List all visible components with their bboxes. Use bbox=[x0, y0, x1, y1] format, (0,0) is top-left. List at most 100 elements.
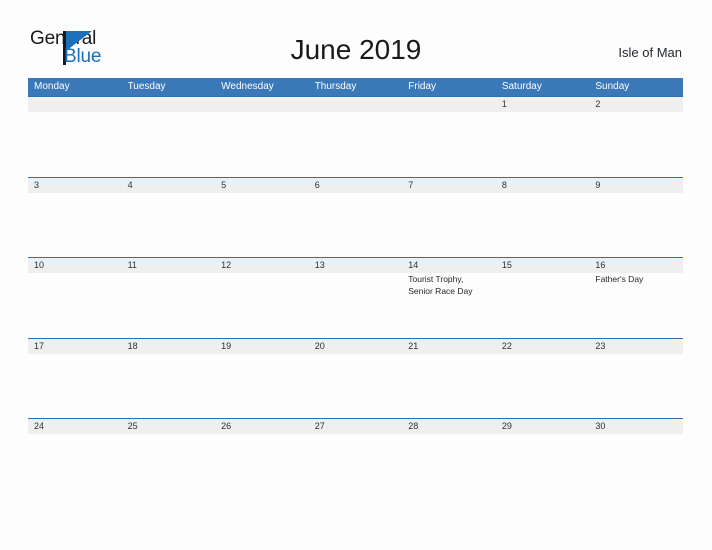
day-number-27[interactable]: 27 bbox=[309, 419, 403, 434]
week-date-band: 17 18 19 20 21 22 23 bbox=[28, 338, 683, 354]
day-number-18[interactable]: 18 bbox=[122, 339, 216, 354]
day-events-empty bbox=[309, 112, 403, 176]
day-events-empty bbox=[589, 434, 683, 498]
calendar-week-row: 24 25 26 27 28 29 30 bbox=[28, 418, 683, 499]
day-events-empty bbox=[122, 193, 216, 257]
day-events-empty bbox=[122, 273, 216, 337]
day-events-empty bbox=[309, 193, 403, 257]
day-number-10[interactable]: 10 bbox=[28, 258, 122, 273]
day-number-empty bbox=[122, 97, 216, 112]
day-number-1[interactable]: 1 bbox=[496, 97, 590, 112]
day-events-16[interactable]: Father's Day bbox=[589, 273, 683, 337]
weekday-header-thursday: Thursday bbox=[314, 81, 357, 92]
day-number-19[interactable]: 19 bbox=[215, 339, 309, 354]
day-number-empty bbox=[309, 97, 403, 112]
event-text-line: Father's Day bbox=[595, 274, 644, 284]
day-number-empty bbox=[215, 97, 309, 112]
weekday-header-row: Monday Tuesday Wednesday Thursday Friday Satu… bbox=[28, 78, 683, 96]
week-date-band: 3456789 bbox=[28, 177, 683, 193]
day-events-empty bbox=[215, 193, 309, 257]
day-number-30[interactable]: 30 bbox=[589, 419, 683, 434]
calendar-week-row: 3456789 bbox=[28, 176, 683, 258]
day-events-empty bbox=[28, 112, 122, 176]
day-number-24[interactable]: 24 bbox=[28, 419, 122, 434]
day-events-empty bbox=[215, 434, 309, 498]
day-number-22[interactable]: 22 bbox=[496, 339, 590, 354]
day-events-empty bbox=[589, 354, 683, 418]
day-events-empty bbox=[28, 193, 122, 257]
day-number-2[interactable]: 2 bbox=[589, 97, 683, 112]
day-events-empty bbox=[496, 354, 590, 418]
page-header: General Blue June 2019 Isle of Man bbox=[0, 0, 712, 78]
day-number-9[interactable]: 9 bbox=[589, 178, 683, 193]
day-events-empty bbox=[215, 354, 309, 418]
event-text-line: Senior Race Day bbox=[408, 285, 473, 296]
day-events-empty bbox=[496, 193, 590, 257]
day-number-14[interactable]: 14 bbox=[402, 258, 496, 273]
page-title: June 2019 bbox=[290, 34, 422, 65]
day-number-25[interactable]: 25 bbox=[122, 419, 216, 434]
day-number-6[interactable]: 6 bbox=[309, 178, 403, 193]
week-events-band bbox=[28, 192, 683, 257]
week-events-band bbox=[28, 434, 683, 498]
week-events-band bbox=[28, 112, 683, 176]
day-number-15[interactable]: 15 bbox=[496, 258, 590, 273]
day-events-empty bbox=[496, 273, 590, 337]
day-number-13[interactable]: 13 bbox=[309, 258, 403, 273]
day-number-16[interactable]: 16 bbox=[589, 258, 683, 273]
calendar-weeks: 1 2 3 4 5 6 7 8 9 10 11 12 13 14 15 16 Tourist Trophy, Se… bbox=[28, 96, 683, 499]
weekday-header-saturday: Saturday bbox=[501, 81, 542, 92]
day-number-26[interactable]: 26 bbox=[215, 419, 309, 434]
day-events-14[interactable]: Tourist Trophy, Senior Race Day bbox=[402, 273, 496, 337]
day-number-3[interactable]: 3 bbox=[28, 178, 122, 193]
day-events-empty bbox=[122, 112, 216, 176]
day-number-5[interactable]: 5 bbox=[215, 178, 309, 193]
day-number-12[interactable]: 12 bbox=[215, 258, 309, 273]
day-number-11[interactable]: 11 bbox=[122, 258, 216, 273]
day-number-28[interactable]: 28 bbox=[402, 419, 496, 434]
day-events-empty bbox=[122, 434, 216, 498]
weekday-header-tuesday: Tuesday bbox=[127, 81, 166, 92]
day-number-17[interactable]: 17 bbox=[28, 339, 122, 354]
week-events-band bbox=[28, 353, 683, 418]
week-date-band: 10 11 12 13 14 15 16 bbox=[28, 258, 683, 273]
weekday-header-sunday: Sunday bbox=[595, 81, 630, 92]
day-number-29[interactable]: 29 bbox=[496, 419, 590, 434]
location-label: Isle of Man bbox=[618, 45, 682, 60]
day-number-4[interactable]: 4 bbox=[122, 178, 216, 193]
calendar-week-row: 10 11 12 13 14 15 16 Tourist Trophy, Senior Race… bbox=[28, 257, 683, 338]
day-number-8[interactable]: 8 bbox=[496, 178, 590, 193]
day-events-empty bbox=[402, 112, 496, 176]
day-events-empty bbox=[28, 273, 122, 337]
day-events-empty bbox=[309, 434, 403, 498]
day-number-empty bbox=[28, 97, 122, 112]
day-number-7[interactable]: 7 bbox=[402, 178, 496, 193]
day-events-empty bbox=[402, 193, 496, 257]
day-events-empty bbox=[309, 354, 403, 418]
day-events-empty bbox=[402, 434, 496, 498]
day-number-23[interactable]: 23 bbox=[589, 339, 683, 354]
calendar-page: General Blue June 2019 Isle of Man Monda… bbox=[0, 0, 712, 550]
day-events-empty bbox=[402, 354, 496, 418]
day-number-empty bbox=[402, 97, 496, 112]
weekday-header-monday: Monday bbox=[34, 81, 70, 92]
calendar-week-row: 17 18 19 20 21 22 23 bbox=[28, 337, 683, 419]
day-events-empty bbox=[496, 434, 590, 498]
day-events-empty bbox=[589, 193, 683, 257]
weekday-header-friday: Friday bbox=[408, 81, 437, 92]
day-events-empty bbox=[589, 112, 683, 176]
event-text-line: Tourist Trophy, bbox=[408, 274, 464, 284]
calendar-week-row: 12 bbox=[28, 96, 683, 177]
day-number-21[interactable]: 21 bbox=[402, 339, 496, 354]
day-events-empty bbox=[496, 112, 590, 176]
weekday-header-wednesday: Wednesday bbox=[221, 81, 274, 92]
day-events-empty bbox=[215, 273, 309, 337]
day-events-empty bbox=[215, 112, 309, 176]
day-number-20[interactable]: 20 bbox=[309, 339, 403, 354]
week-date-band: 24 25 26 27 28 29 30 bbox=[28, 419, 683, 434]
day-events-empty bbox=[28, 354, 122, 418]
week-events-band: Tourist Trophy, Senior Race Day Father's D… bbox=[28, 273, 683, 337]
day-events-empty bbox=[309, 273, 403, 337]
week-date-band: 12 bbox=[28, 97, 683, 112]
day-events-empty bbox=[122, 354, 216, 418]
